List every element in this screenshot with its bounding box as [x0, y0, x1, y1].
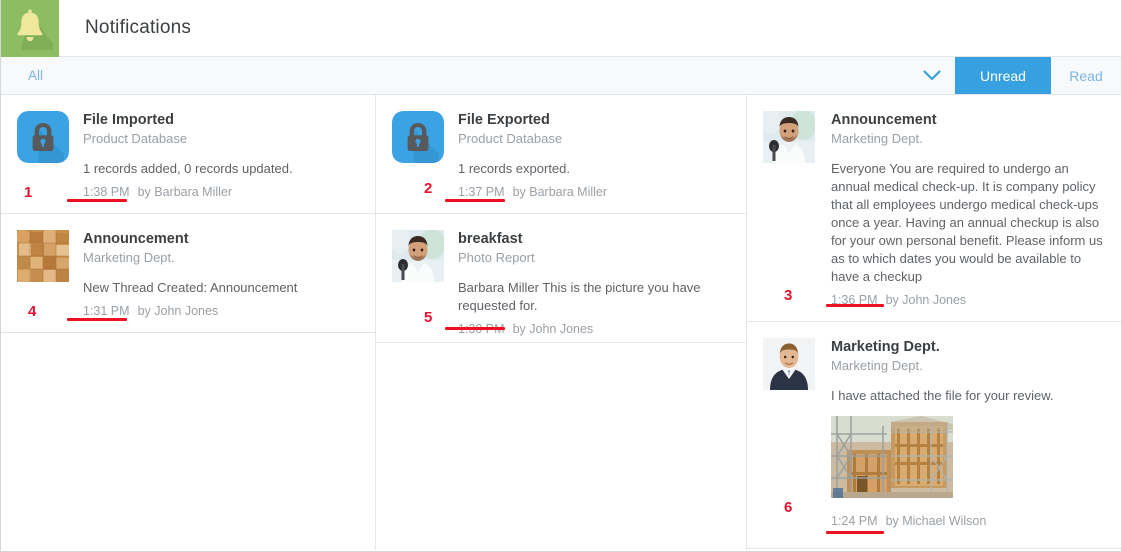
construction-building-photo[interactable] [831, 416, 953, 498]
notification-body: breakfast Photo Report Barbara Miller Th… [458, 230, 730, 328]
notification-text: Everyone You are required to undergo an … [831, 160, 1103, 286]
tab-unread[interactable]: Unread [955, 57, 1051, 94]
notification-author: by John Jones [138, 304, 219, 318]
man-suit-avatar [763, 338, 815, 390]
filter-all-link[interactable]: All [1, 57, 43, 94]
notification-title: Announcement [83, 230, 359, 248]
notification-time: 1:37 PM [458, 185, 505, 199]
filter-bar: All Unread Read [1, 57, 1121, 95]
notification-title: Announcement [831, 111, 1105, 129]
notification-subtitle: Product Database [458, 130, 730, 148]
notification-card[interactable]: Announcement Marketing Dept. Everyone Yo… [747, 95, 1121, 322]
notification-subtitle: Product Database [83, 130, 359, 148]
man-white-shirt-avatar [763, 111, 815, 163]
notification-text: 1 records exported. [458, 160, 730, 178]
notification-text: New Thread Created: Announcement [83, 279, 359, 297]
annotation-marker: 2 [424, 180, 432, 197]
notification-card[interactable]: File Imported Product Database 1 records… [1, 95, 375, 214]
lock-icon [17, 111, 69, 163]
annotation-underline [826, 304, 884, 307]
notification-title: File Imported [83, 111, 359, 129]
notification-title: breakfast [458, 230, 730, 248]
notification-author: by John Jones [886, 293, 967, 307]
notification-body: Announcement Marketing Dept. New Thread … [83, 230, 359, 318]
annotation-underline [445, 327, 505, 330]
notification-subtitle: Marketing Dept. [83, 249, 359, 267]
chevron-down-icon[interactable] [909, 57, 955, 94]
notification-meta: 1:31 PM by John Jones [83, 304, 359, 318]
notification-card[interactable]: breakfast Photo Report Barbara Miller Th… [376, 214, 746, 343]
annotation-underline [67, 318, 127, 321]
filter-spacer [43, 57, 909, 94]
wicker-texture-avatar [17, 230, 69, 282]
notification-body: Marketing Dept. Marketing Dept. I have a… [831, 338, 1105, 534]
page-title: Notifications [85, 17, 191, 39]
notification-time: 1:31 PM [83, 304, 130, 318]
notification-card[interactable]: File Exported Product Database 1 records… [376, 95, 746, 214]
notification-subtitle: Marketing Dept. [831, 130, 1105, 148]
annotation-marker: 1 [24, 184, 32, 201]
tab-read[interactable]: Read [1051, 57, 1121, 94]
notifications-app: Notifications All Unread Read [0, 0, 1122, 552]
notification-author: by Barbara Miller [138, 185, 232, 199]
lock-icon [392, 111, 444, 163]
notification-text: 1 records added, 0 records updated. [83, 160, 359, 178]
notifications-column-1: File Imported Product Database 1 records… [1, 95, 375, 550]
annotation-marker: 6 [784, 499, 792, 516]
notification-body: File Exported Product Database 1 records… [458, 111, 730, 199]
annotation-marker: 3 [784, 287, 792, 304]
notification-meta: 1:37 PM by Barbara Miller [458, 185, 730, 199]
annotation-marker: 4 [28, 303, 36, 320]
bell-icon [1, 0, 59, 57]
notifications-columns: File Imported Product Database 1 records… [1, 95, 1121, 550]
notification-author: by John Jones [513, 322, 594, 336]
notification-time: 1:38 PM [83, 185, 130, 199]
notification-subtitle: Marketing Dept. [831, 357, 1105, 375]
notification-meta: 1:38 PM by Barbara Miller [83, 185, 359, 199]
notification-author: by Barbara Miller [513, 185, 607, 199]
notification-body: File Imported Product Database 1 records… [83, 111, 359, 199]
notifications-column-3: Announcement Marketing Dept. Everyone Yo… [746, 95, 1121, 550]
app-header: Notifications [1, 0, 1121, 57]
notification-text: Barbara Miller This is the picture you h… [458, 279, 730, 315]
notification-text: I have attached the file for your review… [831, 387, 1103, 405]
notification-title: File Exported [458, 111, 730, 129]
notification-title: Marketing Dept. [831, 338, 1105, 356]
notification-body: Announcement Marketing Dept. Everyone Yo… [831, 111, 1105, 307]
notification-meta: 1:24 PM by Michael Wilson [831, 514, 1105, 528]
man-white-shirt-avatar [392, 230, 444, 282]
annotation-marker: 5 [424, 309, 432, 326]
annotation-underline [67, 199, 127, 202]
notification-time: 1:24 PM [831, 514, 878, 528]
notification-card[interactable]: Marketing Dept. Marketing Dept. I have a… [747, 322, 1121, 549]
annotation-underline [826, 531, 884, 534]
notification-card[interactable]: Announcement Marketing Dept. New Thread … [1, 214, 375, 333]
notifications-column-2: File Exported Product Database 1 records… [375, 95, 746, 550]
notification-subtitle: Photo Report [458, 249, 730, 267]
notification-author: by Michael Wilson [886, 514, 987, 528]
annotation-underline [445, 199, 505, 202]
